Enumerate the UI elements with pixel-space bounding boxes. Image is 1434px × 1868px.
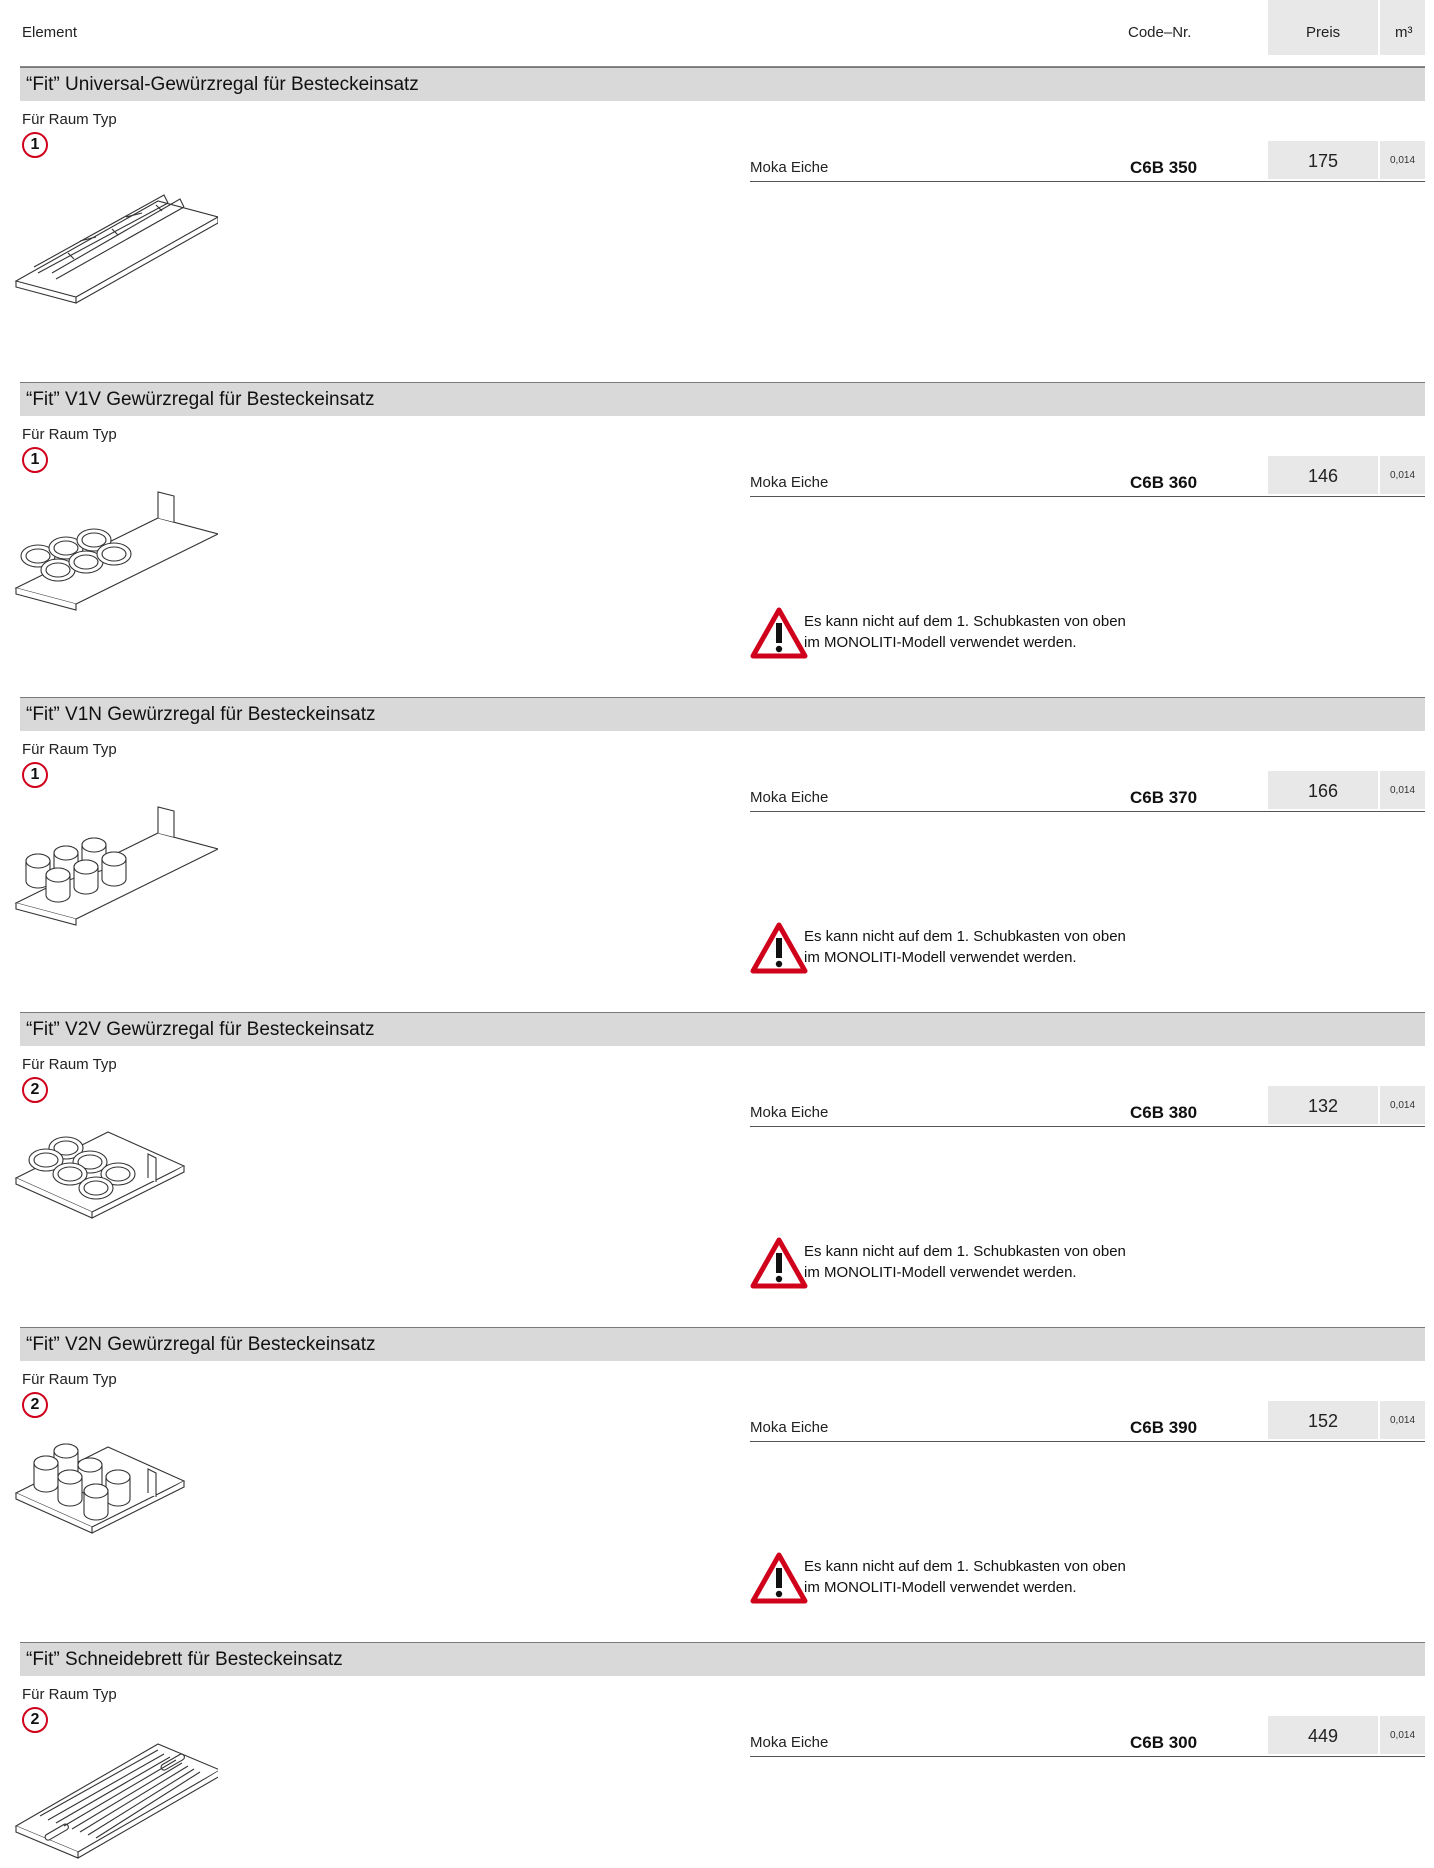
v2n-spice-rack-illustration [14, 1443, 186, 1534]
volume-cell: 0,014 [1380, 1086, 1425, 1124]
room-type-label: Für Raum Typ [22, 741, 117, 758]
price-cell: 152 [1268, 1401, 1378, 1439]
volume-value: 0,014 [1389, 785, 1416, 796]
volume-value: 0,014 [1389, 1415, 1416, 1426]
room-type-label: Für Raum Typ [22, 1056, 117, 1073]
header-preis: Preis [1306, 24, 1341, 41]
product-code: C6B 350 [1130, 158, 1198, 177]
v1n-spice-rack-illustration [14, 806, 218, 926]
section-title: “Fit” Schneidebrett für Besteckeinsatz [26, 1649, 343, 1670]
volume-cell: 0,014 [1380, 141, 1425, 179]
section-title: “Fit” V2N Gewürzregal für Besteckeinsatz [26, 1334, 376, 1355]
header-element: Element [22, 24, 78, 41]
section-title: “Fit” Universal-Gewürzregal für Bestecke… [26, 74, 419, 95]
warning-icon [750, 922, 808, 974]
volume-cell: 0,014 [1380, 771, 1425, 809]
section-title-bar: “Fit” V2V Gewürzregal für Besteckeinsatz [20, 1012, 1425, 1046]
volume-value: 0,014 [1389, 1100, 1416, 1111]
header-code: Code–Nr. [1128, 24, 1192, 41]
section-title: “Fit” V1V Gewürzregal für Besteckeinsatz [26, 389, 375, 410]
price-cell: 175 [1268, 141, 1378, 179]
material-label: Moka Eiche [750, 1734, 829, 1751]
product-row: Moka Eiche C6B 350 175 0,014 [750, 141, 1425, 182]
price-value: 166 [1307, 781, 1339, 801]
header-m3: m³ [1395, 24, 1413, 41]
room-type-label: Für Raum Typ [22, 111, 117, 128]
header-preis-cell: Preis [1268, 0, 1378, 55]
warning-icon [750, 1552, 808, 1604]
price-value: 175 [1307, 151, 1339, 171]
volume-value: 0,014 [1389, 155, 1416, 166]
price-cell: 166 [1268, 771, 1378, 809]
warning-icon [750, 607, 808, 659]
warning-line-2: im MONOLITI-Modell verwendet werden. [804, 634, 1077, 651]
product-code: C6B 370 [1130, 788, 1198, 807]
room-type-label: Für Raum Typ [22, 1371, 117, 1388]
product-row: Moka Eiche C6B 380 132 0,014 [750, 1086, 1425, 1127]
volume-value: 0,014 [1389, 470, 1416, 481]
warning-text: Es kann nicht auf dem 1. Schubkasten von… [804, 1556, 1126, 1598]
warning-line-1: Es kann nicht auf dem 1. Schubkasten von… [804, 1243, 1126, 1260]
warning-line-2: im MONOLITI-Modell verwendet werden. [804, 1579, 1077, 1596]
material-label: Moka Eiche [750, 159, 829, 176]
material-label: Moka Eiche [750, 1419, 829, 1436]
warning-line-1: Es kann nicht auf dem 1. Schubkasten von… [804, 613, 1126, 630]
product-code: C6B 360 [1130, 473, 1198, 492]
section-title: “Fit” V1N Gewürzregal für Besteckeinsatz [26, 704, 376, 725]
warning-line-1: Es kann nicht auf dem 1. Schubkasten von… [804, 928, 1126, 945]
warning-text: Es kann nicht auf dem 1. Schubkasten von… [804, 611, 1126, 653]
volume-cell: 0,014 [1380, 456, 1425, 494]
cutting-board-illustration [14, 1743, 218, 1859]
material-label: Moka Eiche [750, 789, 829, 806]
warning-icon [750, 1237, 808, 1289]
price-value: 152 [1307, 1411, 1339, 1431]
room-type-label: Für Raum Typ [22, 426, 117, 443]
universal-spice-rack-illustration [14, 194, 218, 304]
warning-note: Es kann nicht auf dem 1. Schubkasten von… [750, 607, 1170, 659]
section-title-bar: “Fit” V1V Gewürzregal für Besteckeinsatz [20, 382, 1425, 416]
product-row: Moka Eiche C6B 390 152 0,014 [750, 1401, 1425, 1442]
price-value: 449 [1307, 1726, 1339, 1746]
product-code: C6B 300 [1130, 1733, 1198, 1752]
warning-line-2: im MONOLITI-Modell verwendet werden. [804, 949, 1077, 966]
warning-note: Es kann nicht auf dem 1. Schubkasten von… [750, 1237, 1170, 1289]
price-cell: 449 [1268, 1716, 1378, 1754]
header-m3-cell: m³ [1380, 0, 1425, 55]
product-row: Moka Eiche C6B 360 146 0,014 [750, 456, 1425, 497]
warning-note: Es kann nicht auf dem 1. Schubkasten von… [750, 1552, 1170, 1604]
product-section: “Fit” V2N Gewürzregal für Besteckeinsatz… [0, 1327, 1434, 1643]
product-code: C6B 380 [1130, 1103, 1198, 1122]
section-title-bar: “Fit” Universal-Gewürzregal für Bestecke… [20, 67, 1425, 101]
price-cell: 146 [1268, 456, 1378, 494]
warning-line-1: Es kann nicht auf dem 1. Schubkasten von… [804, 1558, 1126, 1575]
volume-cell: 0,014 [1380, 1716, 1425, 1754]
product-section: “Fit” V2V Gewürzregal für Besteckeinsatz… [0, 1012, 1434, 1328]
price-value: 146 [1307, 466, 1339, 486]
warning-line-2: im MONOLITI-Modell verwendet werden. [804, 1264, 1077, 1281]
price-value: 132 [1307, 1096, 1339, 1116]
table-header: Element Code–Nr. Preis m³ [0, 0, 1434, 68]
v1v-spice-rack-illustration [14, 491, 218, 611]
v2v-spice-rack-illustration [14, 1131, 186, 1219]
section-title-bar: “Fit” Schneidebrett für Besteckeinsatz [20, 1642, 1425, 1676]
section-title-bar: “Fit” V1N Gewürzregal für Besteckeinsatz [20, 697, 1425, 731]
material-label: Moka Eiche [750, 1104, 829, 1121]
product-row: Moka Eiche C6B 370 166 0,014 [750, 771, 1425, 812]
product-section: “Fit” Universal-Gewürzregal für Bestecke… [0, 67, 1434, 383]
room-type-label: Für Raum Typ [22, 1686, 117, 1703]
volume-value: 0,014 [1389, 1730, 1416, 1741]
product-section: “Fit” Schneidebrett für Besteckeinsatz F… [0, 1642, 1434, 1865]
volume-cell: 0,014 [1380, 1401, 1425, 1439]
section-title: “Fit” V2V Gewürzregal für Besteckeinsatz [26, 1019, 375, 1040]
product-section: “Fit” V1N Gewürzregal für Besteckeinsatz… [0, 697, 1434, 1013]
material-label: Moka Eiche [750, 474, 829, 491]
price-cell: 132 [1268, 1086, 1378, 1124]
warning-text: Es kann nicht auf dem 1. Schubkasten von… [804, 926, 1126, 968]
section-title-bar: “Fit” V2N Gewürzregal für Besteckeinsatz [20, 1327, 1425, 1361]
product-row: Moka Eiche C6B 300 449 0,014 [750, 1716, 1425, 1757]
warning-note: Es kann nicht auf dem 1. Schubkasten von… [750, 922, 1170, 974]
warning-text: Es kann nicht auf dem 1. Schubkasten von… [804, 1241, 1126, 1283]
product-section: “Fit” V1V Gewürzregal für Besteckeinsatz… [0, 382, 1434, 698]
product-code: C6B 390 [1130, 1418, 1198, 1437]
